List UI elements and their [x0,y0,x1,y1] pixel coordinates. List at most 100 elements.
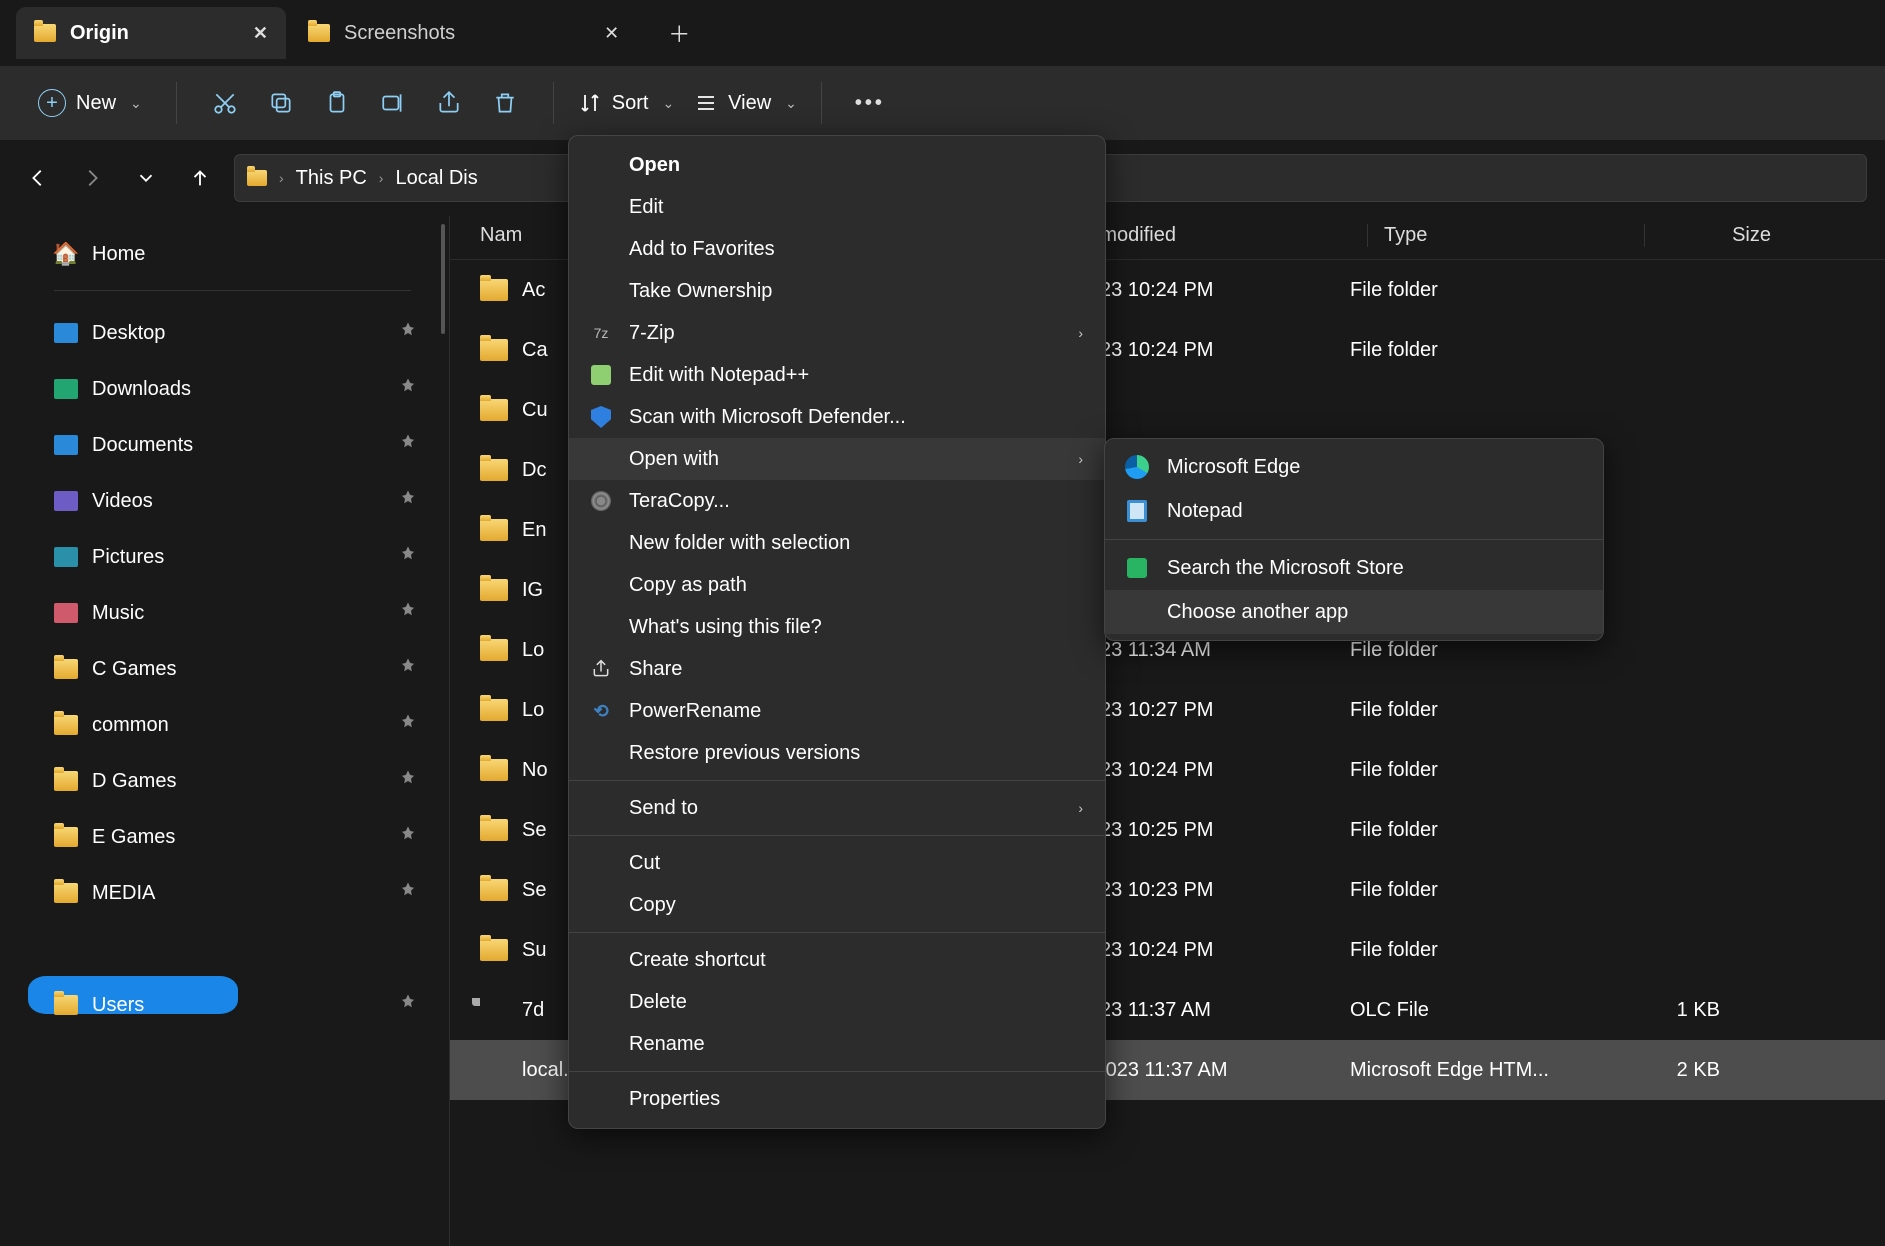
pin-icon[interactable] [399,825,417,849]
folder-icon [480,279,508,301]
up-button[interactable] [180,158,220,198]
ctx-powerrename[interactable]: ⟲PowerRename [569,690,1105,732]
ctx-create-shortcut[interactable]: Create shortcut [569,939,1105,981]
sidebar-label: C Games [92,658,176,681]
ctx-7zip[interactable]: 7z7-Zip› [569,312,1105,354]
sidebar-item-desktop[interactable]: Desktop [6,305,429,361]
cell-type: File folder [1350,279,1610,302]
open-with-submenu: Microsoft Edge Notepad Search the Micros… [1104,438,1604,641]
sidebar-item-egames[interactable]: E Games [6,809,429,865]
sidebar-divider [54,290,411,291]
sidebar-item-dgames[interactable]: D Games [6,753,429,809]
col-size[interactable]: Size [1661,224,1801,247]
folder-icon [247,170,267,186]
sub-edge[interactable]: Microsoft Edge [1105,445,1603,489]
chevron-right-icon: › [379,170,384,186]
pin-icon[interactable] [399,489,417,513]
pin-icon[interactable] [399,993,417,1017]
sidebar-item-downloads[interactable]: Downloads [6,361,429,417]
rename-button[interactable] [369,79,417,127]
ctx-newfolder-selection[interactable]: New folder with selection [569,522,1105,564]
sidebar-item-documents[interactable]: Documents [6,417,429,473]
sort-button[interactable]: Sort ⌄ [578,91,674,115]
context-menu: Open Edit Add to Favorites Take Ownershi… [568,135,1106,1129]
sidebar-label: E Games [92,826,175,849]
folder-icon [480,399,508,421]
new-tab-button[interactable]: ＋ [661,15,697,51]
ctx-delete[interactable]: Delete [569,981,1105,1023]
ctx-share[interactable]: Share [569,648,1105,690]
ctx-copy[interactable]: Copy [569,884,1105,926]
ctx-copy-as-path[interactable]: Copy as path [569,564,1105,606]
pin-icon[interactable] [399,713,417,737]
ctx-properties[interactable]: Properties [569,1078,1105,1120]
tab-origin[interactable]: Origin ✕ [16,7,286,59]
folder-icon [54,827,78,847]
cell-type: File folder [1350,819,1610,842]
new-button[interactable]: + New ⌄ [28,89,152,117]
folder-icon [54,659,78,679]
close-icon[interactable]: ✕ [604,23,619,44]
cell-size: 1 KB [1610,999,1750,1022]
pin-icon[interactable] [399,545,417,569]
sub-search-store[interactable]: Search the Microsoft Store [1105,546,1603,590]
paste-button[interactable] [313,79,361,127]
forward-button[interactable] [72,158,112,198]
ctx-separator [569,1071,1105,1072]
tab-screenshots[interactable]: Screenshots ✕ [290,7,637,59]
sidebar-item-videos[interactable]: Videos [6,473,429,529]
pin-icon[interactable] [399,657,417,681]
delete-button[interactable] [481,79,529,127]
recent-button[interactable] [126,158,166,198]
pin-icon[interactable] [399,881,417,905]
file-icon [480,998,508,1022]
sidebar-item-pictures[interactable]: Pictures [6,529,429,585]
sidebar-home[interactable]: 🏠 Home [6,226,429,282]
ctx-separator [569,835,1105,836]
breadcrumb-seg[interactable]: This PC [296,167,367,190]
breadcrumb-seg[interactable]: Local Dis [395,167,477,190]
share-icon [589,657,613,681]
cut-button[interactable] [201,79,249,127]
downloads-icon [54,379,78,399]
pin-icon[interactable] [399,433,417,457]
close-icon[interactable]: ✕ [253,23,268,44]
view-button[interactable]: View ⌄ [694,91,797,115]
pin-icon[interactable] [399,769,417,793]
sub-notepad[interactable]: Notepad [1105,489,1603,533]
more-button[interactable]: ••• [846,79,894,127]
sidebar-item-music[interactable]: Music [6,585,429,641]
sidebar-item-common[interactable]: common [6,697,429,753]
ctx-open[interactable]: Open [569,144,1105,186]
scrollbar[interactable] [441,224,445,334]
ctx-open-with[interactable]: Open with› [569,438,1105,480]
pin-icon[interactable] [399,321,417,345]
ctx-restore[interactable]: Restore previous versions [569,732,1105,774]
shield-icon [589,405,613,429]
ctx-whats-using[interactable]: What's using this file? [569,606,1105,648]
ctx-edit[interactable]: Edit [569,186,1105,228]
copy-button[interactable] [257,79,305,127]
col-date[interactable]: ate modified [1067,224,1367,247]
documents-icon [54,435,78,455]
pin-icon[interactable] [399,601,417,625]
plus-circle-icon: + [38,89,66,117]
ctx-edit-npp[interactable]: Edit with Notepad++ [569,354,1105,396]
ctx-take-ownership[interactable]: Take Ownership [569,270,1105,312]
share-button[interactable] [425,79,473,127]
ctx-add-favorites[interactable]: Add to Favorites [569,228,1105,270]
col-type[interactable]: Type [1384,224,1644,247]
sidebar-item-media[interactable]: MEDIA [6,865,429,921]
ctx-scan-defender[interactable]: Scan with Microsoft Defender... [569,396,1105,438]
ctx-sendto[interactable]: Send to› [569,787,1105,829]
folder-icon [34,24,56,42]
sub-choose-another[interactable]: Choose another app [1105,590,1603,634]
sidebar-item-cgames[interactable]: C Games [6,641,429,697]
ctx-rename[interactable]: Rename [569,1023,1105,1065]
folder-icon [480,579,508,601]
ctx-cut[interactable]: Cut [569,842,1105,884]
pin-icon[interactable] [399,377,417,401]
ctx-teracopy[interactable]: TeraCopy... [569,480,1105,522]
sidebar-item-users[interactable]: Users [6,977,429,1033]
back-button[interactable] [18,158,58,198]
